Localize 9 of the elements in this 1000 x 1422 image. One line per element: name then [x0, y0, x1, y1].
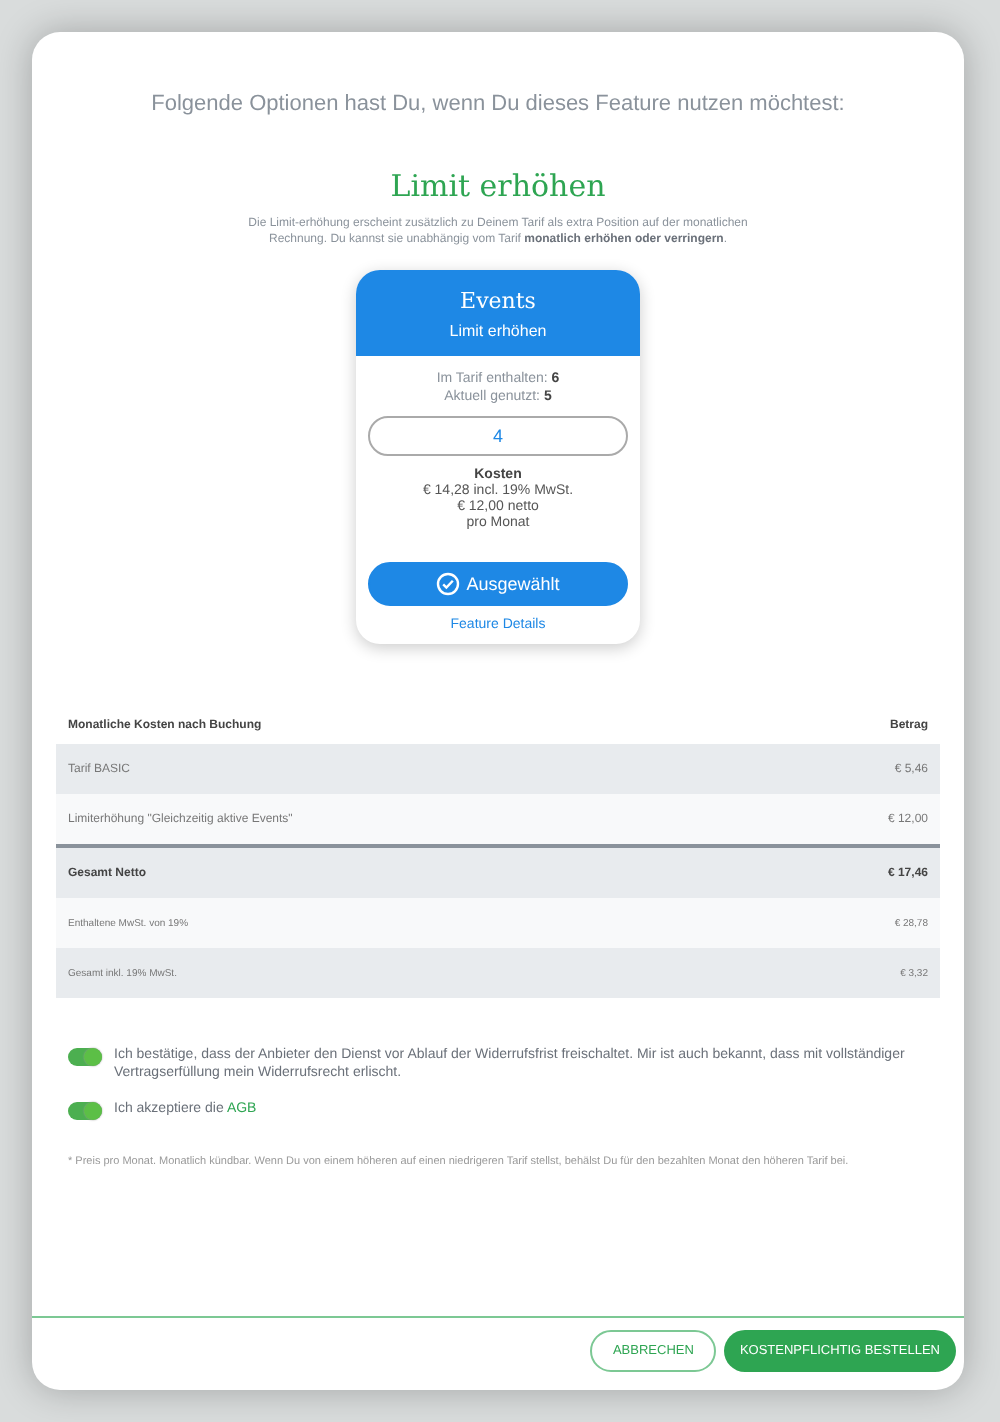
- intro-text: Folgende Optionen hast Du, wenn Du dieses Feature nutzen möchtest:: [151, 92, 845, 116]
- quantity-field[interactable]: 4: [368, 416, 628, 456]
- toggle-switch[interactable]: [68, 1102, 102, 1120]
- card-title: Events: [460, 288, 536, 314]
- toggle-switch[interactable]: [68, 1048, 102, 1066]
- selected-button[interactable]: Ausgewählt: [368, 562, 628, 606]
- option-title: Limit erhöhen: [390, 168, 606, 204]
- card-subtitle: Limit erhöhen: [449, 322, 547, 340]
- check-circle-icon: [436, 572, 461, 596]
